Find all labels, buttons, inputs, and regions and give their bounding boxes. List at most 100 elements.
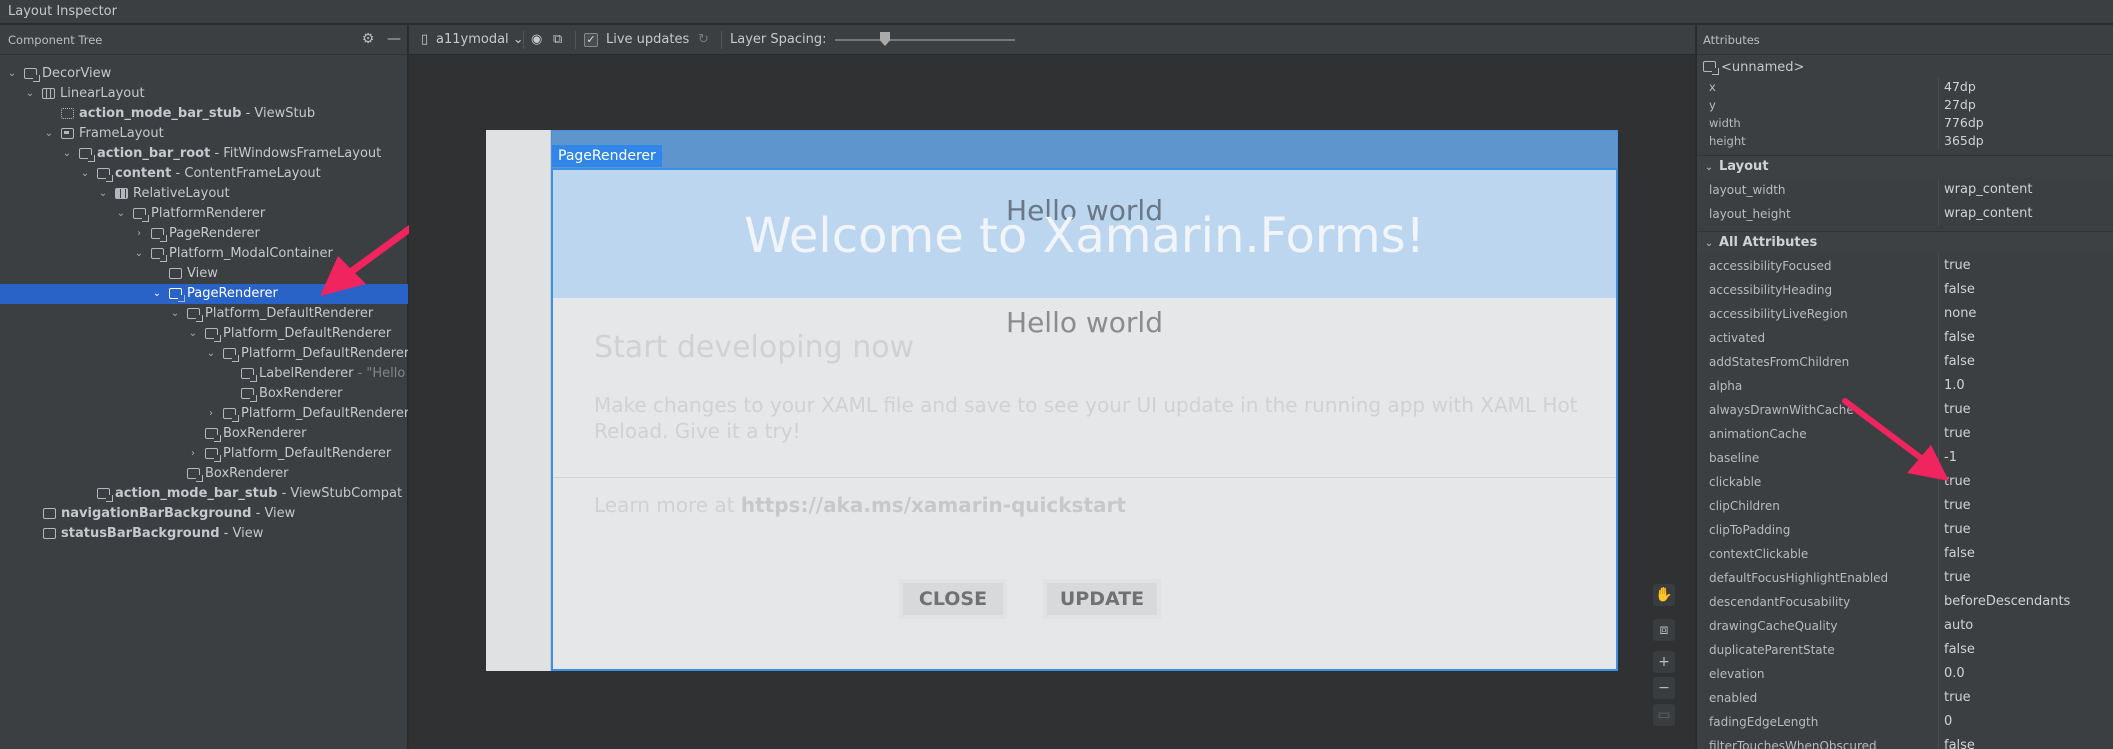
reload-icon[interactable]: ↻ (698, 32, 709, 47)
attribute-row[interactable]: filterTouchesWhenObscured false (1697, 734, 2113, 749)
chevron-down-icon[interactable]: ⌄ (205, 344, 217, 364)
pan-hand-icon[interactable]: ✋ (1653, 584, 1675, 606)
chevron-down-icon[interactable]: ⌄ (24, 84, 36, 104)
tree-node[interactable]: ⌄ action_bar_root - FitWindowsFrameLayou… (0, 144, 408, 164)
device-selector[interactable]: a11ymodal ⌄ (436, 32, 524, 47)
attribute-row[interactable]: defaultFocusHighlightEnabled true (1697, 566, 2113, 590)
view-group-icon (169, 288, 185, 302)
linear-layout-icon (42, 88, 55, 99)
toolbar-divider (575, 31, 576, 49)
minimize-icon[interactable]: — (386, 31, 402, 47)
tree-node[interactable]: ⌄ Platform_DefaultRenderer (0, 344, 408, 364)
attributes-title: Attributes (1703, 33, 1760, 47)
tree-node-name: Platform_DefaultRenderer (241, 406, 408, 421)
chevron-down-icon[interactable]: ⌄ (133, 244, 145, 264)
attribute-key: y (1709, 98, 1716, 112)
tree-node[interactable]: ⌄ content - ContentFrameLayout (0, 164, 408, 184)
attribute-row[interactable]: enabled true (1697, 686, 2113, 710)
attribute-row[interactable]: fadingEdgeLength 0 (1697, 710, 2113, 734)
tree-node[interactable]: action_mode_bar_stub - ViewStub (0, 104, 408, 124)
view-group-icon (241, 388, 257, 402)
layout-section-header[interactable]: ⌄ Layout (1697, 155, 2113, 177)
attribute-key: height (1709, 134, 1746, 148)
attribute-row[interactable]: height 365dp (1697, 132, 2113, 150)
device-preview-panel: ▯ a11ymodal ⌄ ◉ ⧉ ✓ Live updates ↻ Layer… (409, 25, 1695, 749)
tree-node[interactable]: action_mode_bar_stub - ViewStubCompat (0, 484, 408, 504)
attribute-row[interactable]: addStatesFromChildren false (1697, 350, 2113, 374)
tree-node[interactable]: ⌄ DecorView (0, 64, 408, 84)
view-group-icon (133, 208, 149, 222)
chevron-down-icon[interactable]: ⌄ (97, 184, 109, 204)
attribute-key: animationCache (1709, 427, 1807, 441)
view-group-icon (151, 248, 167, 262)
chevron-right-icon[interactable]: › (187, 444, 199, 464)
attribute-row[interactable]: accessibilityLiveRegion none (1697, 302, 2113, 326)
page-renderer-tag: PageRenderer (552, 145, 662, 167)
attribute-row[interactable]: width 776dp (1697, 114, 2113, 132)
chevron-down-icon[interactable]: ⌄ (115, 204, 127, 224)
attribute-row[interactable]: accessibilityFocused true (1697, 254, 2113, 278)
chevron-right-icon[interactable]: › (205, 404, 217, 424)
zoom-in-icon[interactable]: + (1653, 651, 1675, 673)
attribute-value: 27dp (1944, 97, 1976, 112)
view-group-icon (1703, 61, 1719, 75)
attribute-row[interactable]: duplicateParentState false (1697, 638, 2113, 662)
tree-node-name: Platform_DefaultRenderer (241, 346, 408, 361)
layer-spacing-slider-track[interactable] (835, 39, 1015, 41)
actual-size-icon[interactable]: ▭ (1653, 704, 1675, 726)
tree-node[interactable]: ⌄ LinearLayout (0, 84, 408, 104)
chevron-right-icon[interactable]: › (133, 224, 145, 244)
tree-node-name: DecorView (42, 66, 112, 81)
tree-node[interactable]: LabelRenderer - "Hello w (0, 364, 408, 384)
attribute-row[interactable]: y 27dp (1697, 96, 2113, 114)
attribute-row[interactable]: layout_height wrap_content (1697, 202, 2113, 226)
selected-component: <unnamed> (1703, 60, 1804, 75)
attribute-row[interactable]: activated false (1697, 326, 2113, 350)
tree-node[interactable]: BoxRenderer (0, 464, 408, 484)
attribute-key: alpha (1709, 379, 1743, 393)
view-icon (43, 528, 56, 539)
chevron-down-icon[interactable]: ⌄ (6, 64, 18, 84)
tree-node-name: Platform_DefaultRenderer (223, 446, 392, 461)
all-attributes-section-header[interactable]: ⌄ All Attributes (1697, 231, 2113, 253)
chevron-down-icon[interactable]: ⌄ (1703, 157, 1715, 179)
tree-node[interactable]: ⌄ Platform_DefaultRenderer (0, 324, 408, 344)
chevron-down-icon[interactable]: ⌄ (187, 324, 199, 344)
device-canvas[interactable]: Hello world Welcome to Xamarin.Forms! He… (486, 130, 1618, 671)
gear-icon[interactable]: ⚙ (360, 31, 376, 47)
attribute-row[interactable]: x 47dp (1697, 78, 2113, 96)
tree-node[interactable]: BoxRenderer (0, 384, 408, 404)
tree-node-type: - ViewStubCompat (277, 486, 403, 501)
attribute-row[interactable]: elevation 0.0 (1697, 662, 2113, 686)
attribute-key: layout_height (1709, 207, 1791, 221)
tree-node[interactable]: BoxRenderer (0, 424, 408, 444)
chevron-down-icon[interactable]: ⌄ (151, 284, 163, 304)
chevron-down-icon[interactable]: ⌄ (43, 124, 55, 144)
tree-node-name: LinearLayout (60, 86, 145, 101)
tree-node[interactable]: › Platform_DefaultRenderer (0, 404, 408, 424)
chevron-down-icon[interactable]: ⌄ (79, 164, 91, 184)
attribute-row[interactable]: descendantFocusability beforeDescendants (1697, 590, 2113, 614)
tree-node[interactable]: ⌄ FrameLayout (0, 124, 408, 144)
attribute-row[interactable]: accessibilityHeading false (1697, 278, 2113, 302)
device-name: a11ymodal (436, 32, 509, 47)
attribute-value: wrap_content (1944, 206, 2033, 221)
zoom-out-icon[interactable]: − (1653, 677, 1675, 699)
attribute-row[interactable]: drawingCacheQuality auto (1697, 614, 2113, 638)
layer-spacing-slider-thumb[interactable] (880, 32, 890, 46)
tree-node[interactable]: statusBarBackground - View (0, 524, 408, 544)
live-updates-checkbox[interactable]: ✓ (584, 33, 598, 47)
tree-node[interactable]: › Platform_DefaultRenderer (0, 444, 408, 464)
attribute-row[interactable]: contextClickable false (1697, 542, 2113, 566)
view-group-icon (187, 468, 203, 482)
attribute-row[interactable]: layout_width wrap_content (1697, 178, 2113, 202)
fit-screen-icon[interactable]: ⧈ (1653, 619, 1675, 641)
tree-node[interactable]: navigationBarBackground - View (0, 504, 408, 524)
chevron-down-icon[interactable]: ⌄ (1703, 233, 1715, 255)
attribute-row[interactable]: clipToPadding true (1697, 518, 2113, 542)
chevron-down-icon[interactable]: ⌄ (169, 304, 181, 324)
refresh-layout-icon[interactable]: ⧉ (553, 32, 562, 47)
eye-icon[interactable]: ◉ (531, 32, 542, 47)
selected-view-outline[interactable] (551, 168, 1618, 671)
chevron-down-icon[interactable]: ⌄ (61, 144, 73, 164)
